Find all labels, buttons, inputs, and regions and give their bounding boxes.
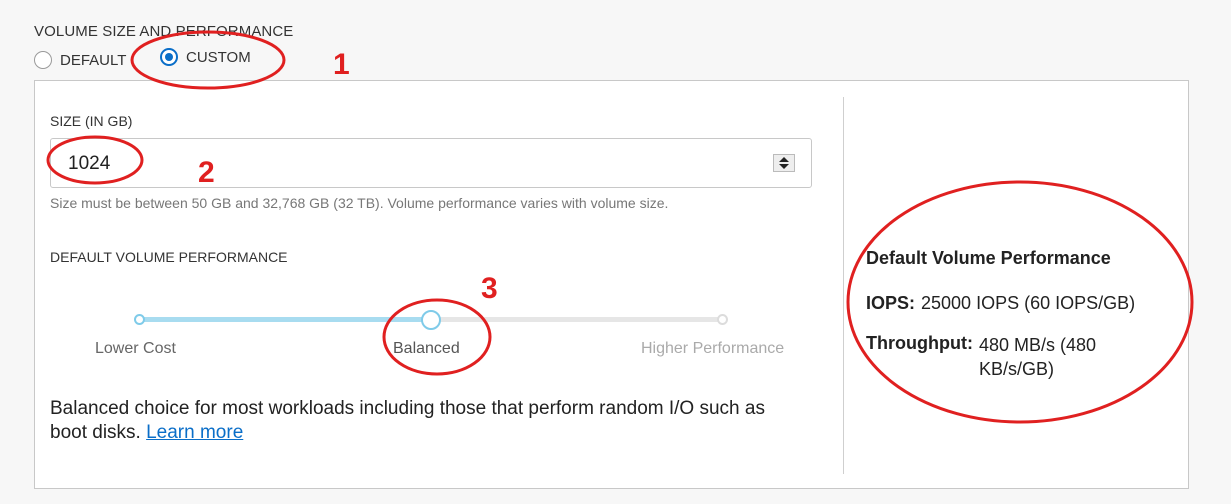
slider-stop-lower-cost[interactable]: [134, 314, 145, 325]
summary-iops-label: IOPS:: [866, 293, 916, 313]
learn-more-link[interactable]: Learn more: [146, 422, 243, 443]
radio-custom-circle[interactable]: [160, 48, 178, 66]
slider-label-balanced: Balanced: [393, 340, 460, 357]
annotation-number-3: 3: [481, 272, 498, 305]
slider-track-fill: [139, 317, 431, 322]
radio-default-label: DEFAULT: [60, 51, 127, 69]
performance-slider[interactable]: [134, 310, 728, 331]
radio-default[interactable]: DEFAULT: [34, 51, 126, 69]
summary-throughput-label: Throughput:: [866, 333, 973, 353]
custom-settings-panel: SIZE (IN GB) 1024 Size must be between 5…: [34, 80, 1189, 489]
summary-iops: IOPS: 25000 IOPS (60 IOPS/GB): [866, 293, 1135, 314]
slider-label-higher-performance: Higher Performance: [641, 340, 785, 357]
slider-label-lower-cost: Lower Cost: [95, 340, 176, 357]
mode-radio-group: DEFAULT CUSTOM: [34, 48, 251, 72]
annotation-number-1: 1: [333, 48, 350, 81]
size-input-value[interactable]: 1024: [68, 153, 110, 175]
size-label: SIZE (IN GB): [50, 113, 133, 129]
annotation-number-2: 2: [198, 156, 215, 189]
panel-divider: [843, 97, 844, 474]
size-stepper-icon[interactable]: [773, 154, 795, 172]
summary-title: Default Volume Performance: [866, 248, 1111, 268]
radio-default-circle[interactable]: [34, 51, 52, 69]
size-help-text: Size must be between 50 GB and 32,768 GB…: [50, 195, 669, 211]
performance-label: DEFAULT VOLUME PERFORMANCE: [50, 249, 288, 265]
slider-thumb[interactable]: [421, 310, 441, 330]
summary-throughput-value: 480 MB/s (480 KB/s/GB): [978, 335, 1097, 379]
section-title: VOLUME SIZE AND PERFORMANCE: [34, 23, 294, 40]
size-input[interactable]: 1024: [50, 138, 812, 188]
slider-stop-higher-performance[interactable]: [717, 314, 728, 325]
performance-description: Balanced choice for most workloads inclu…: [50, 397, 790, 445]
summary-iops-value: 25000 IOPS (60 IOPS/GB): [921, 293, 1136, 313]
radio-custom-label: CUSTOM: [186, 48, 251, 66]
radio-custom[interactable]: CUSTOM: [160, 48, 251, 66]
summary-throughput: Throughput: 480 MB/s (480 KB/s/GB): [866, 333, 1166, 381]
